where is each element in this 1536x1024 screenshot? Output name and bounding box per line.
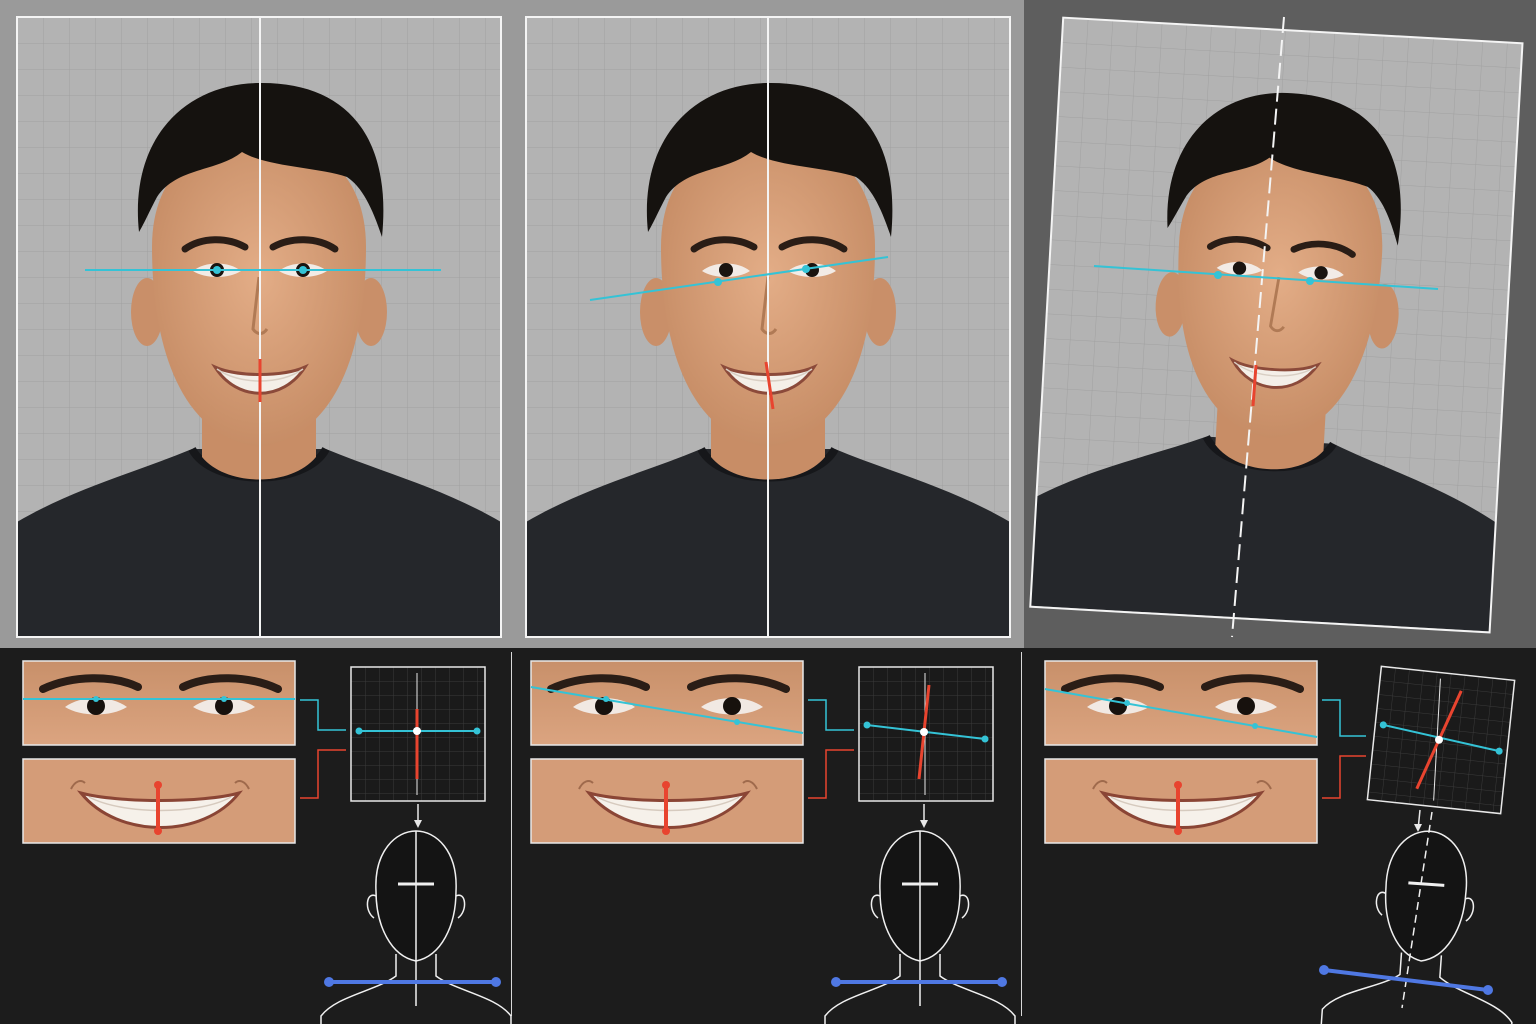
head-outline-2 [824,830,1016,1024]
portrait-panel-2 [526,17,1010,637]
shoulder-line-3 [1323,968,1489,992]
axis-box-1 [350,666,486,802]
eye-strip-2 [531,661,803,745]
diagram-column-3 [1043,661,1526,1024]
diagram-column-1 [21,661,512,1024]
facial-symmetry-figure [0,0,1536,1024]
axis-box-3 [1366,665,1516,815]
figure-canvas [0,0,1536,1024]
portrait-panel-1 [17,17,501,637]
diagram-column-2 [529,661,1016,1024]
eye-strip-3 [1045,661,1317,745]
axis-box-2 [858,666,994,802]
mouth-strip-3 [1043,757,1319,845]
mouth-strip-1 [21,757,297,845]
eye-strip-1 [23,661,295,745]
head-outline-3 [1319,823,1526,1024]
head-outline-1 [320,830,512,1024]
mouth-strip-2 [529,757,805,845]
